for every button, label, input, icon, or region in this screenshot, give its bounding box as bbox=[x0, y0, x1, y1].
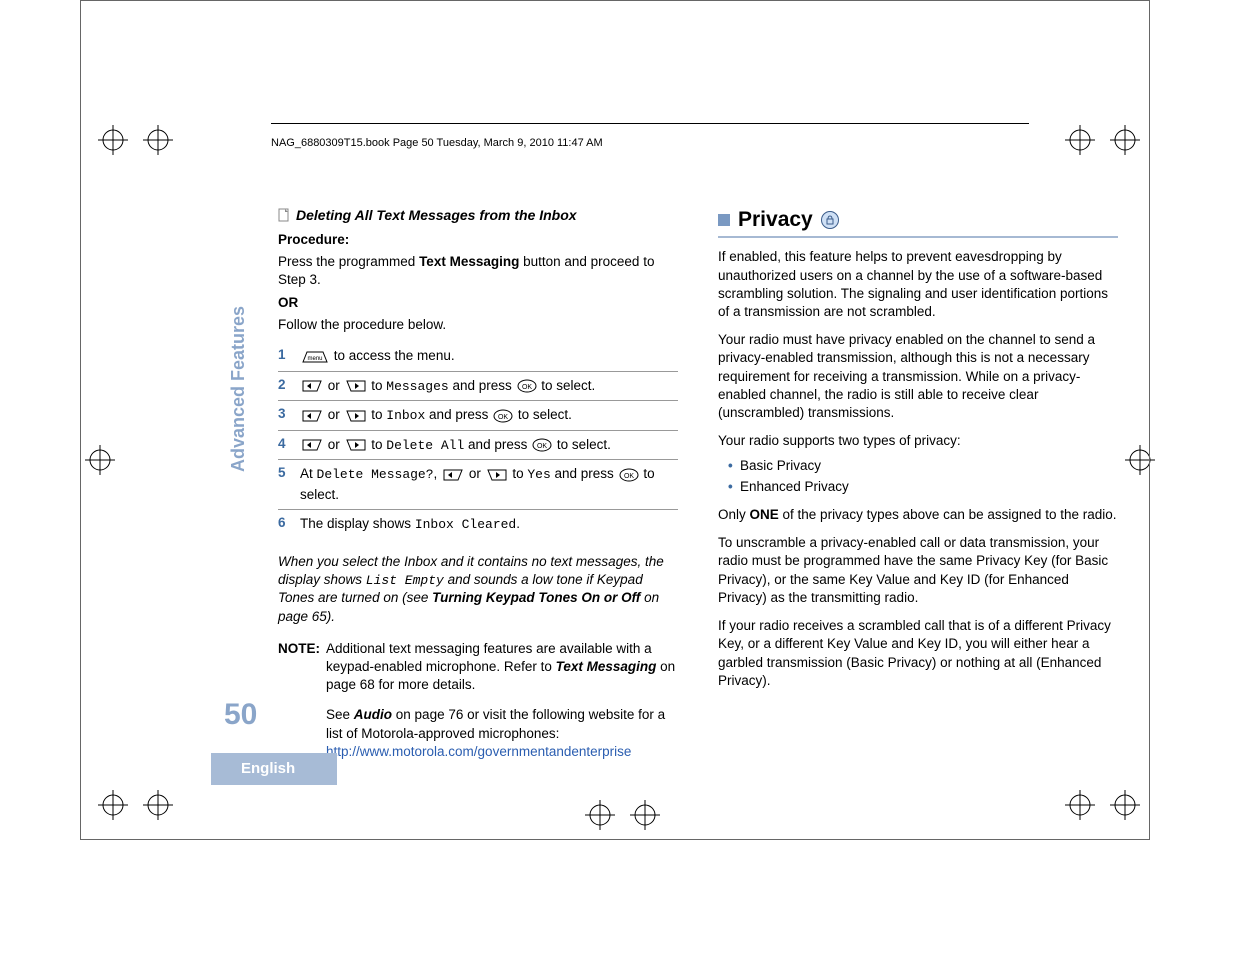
step-4: 4 or to Delete All and press OK to selec… bbox=[278, 431, 678, 461]
note-body: Additional text messaging features are a… bbox=[326, 640, 678, 761]
step-3: 3 or to Inbox and press OK to select. bbox=[278, 401, 678, 431]
menu-key-icon: menu bbox=[301, 346, 329, 366]
section-title: Privacy bbox=[718, 206, 1118, 234]
svg-text:menu: menu bbox=[307, 356, 322, 362]
page-number: 50 bbox=[224, 695, 257, 736]
intro-b: Follow the procedure below. bbox=[278, 316, 678, 334]
step-5: 5 At Delete Message?, or to Yes and pres… bbox=[278, 460, 678, 510]
right-column: Privacy If enabled, this feature helps t… bbox=[718, 206, 1118, 761]
svg-text:OK: OK bbox=[498, 414, 508, 421]
header-rule bbox=[271, 123, 1029, 124]
privacy-icon bbox=[821, 211, 839, 229]
privacy-types-list: Basic Privacy Enhanced Privacy bbox=[728, 457, 1118, 496]
svg-text:OK: OK bbox=[623, 473, 633, 480]
left-key-icon bbox=[301, 376, 323, 396]
ok-key-icon: OK bbox=[517, 376, 537, 396]
p4: Only ONE of the privacy types above can … bbox=[718, 506, 1118, 524]
page-frame: NAG_6880309T15.book Page 50 Tuesday, Mar… bbox=[80, 0, 1150, 840]
right-key-icon bbox=[345, 405, 367, 425]
list-item: Basic Privacy bbox=[728, 457, 1118, 475]
language-tab: English bbox=[211, 753, 337, 785]
note-label: NOTE: bbox=[278, 640, 320, 761]
p2: Your radio must have privacy enabled on … bbox=[718, 331, 1118, 422]
right-key-icon bbox=[345, 376, 367, 396]
p1: If enabled, this feature helps to preven… bbox=[718, 248, 1118, 321]
page-icon bbox=[278, 208, 290, 222]
steps-list: 1 menu to access the menu. 2 or to Messa… bbox=[278, 342, 678, 539]
section-title-text: Privacy bbox=[738, 206, 813, 234]
content: Deleting All Text Messages from the Inbo… bbox=[278, 206, 1118, 761]
svg-text:OK: OK bbox=[537, 443, 547, 450]
svg-text:OK: OK bbox=[521, 384, 531, 391]
header-text: NAG_6880309T15.book Page 50 Tuesday, Mar… bbox=[271, 136, 603, 151]
square-bullet-icon bbox=[718, 214, 730, 226]
subsection-title: Deleting All Text Messages from the Inbo… bbox=[296, 206, 577, 225]
right-key-icon bbox=[345, 435, 367, 455]
left-key-icon bbox=[301, 435, 323, 455]
subsection-heading: Deleting All Text Messages from the Inbo… bbox=[278, 206, 678, 225]
note-block: NOTE: Additional text messaging features… bbox=[278, 640, 678, 761]
p3: Your radio supports two types of privacy… bbox=[718, 432, 1118, 450]
section-rule bbox=[718, 236, 1118, 238]
right-key-icon bbox=[486, 465, 508, 485]
intro-a: Press the programmed Text Messaging butt… bbox=[278, 253, 678, 289]
microphones-link[interactable]: http://www.motorola.com/governmentandent… bbox=[326, 743, 678, 761]
ok-key-icon: OK bbox=[532, 435, 552, 455]
left-key-icon bbox=[301, 405, 323, 425]
step-1: 1 menu to access the menu. bbox=[278, 342, 678, 372]
left-column: Deleting All Text Messages from the Inbo… bbox=[278, 206, 678, 761]
p5: To unscramble a privacy-enabled call or … bbox=[718, 534, 1118, 607]
p6: If your radio receives a scrambled call … bbox=[718, 617, 1118, 690]
ok-key-icon: OK bbox=[619, 465, 639, 485]
step-2: 2 or to Messages and press OK to select. bbox=[278, 372, 678, 402]
ok-key-icon: OK bbox=[493, 405, 513, 425]
step-6: 6 The display shows Inbox Cleared. bbox=[278, 510, 678, 539]
procedure-label: Procedure: bbox=[278, 231, 678, 249]
list-item: Enhanced Privacy bbox=[728, 478, 1118, 496]
italic-note: When you select the Inbox and it contain… bbox=[278, 553, 678, 626]
or-label: OR bbox=[278, 294, 678, 312]
section-tab: Advanced Features bbox=[226, 306, 250, 472]
left-key-icon bbox=[442, 465, 464, 485]
